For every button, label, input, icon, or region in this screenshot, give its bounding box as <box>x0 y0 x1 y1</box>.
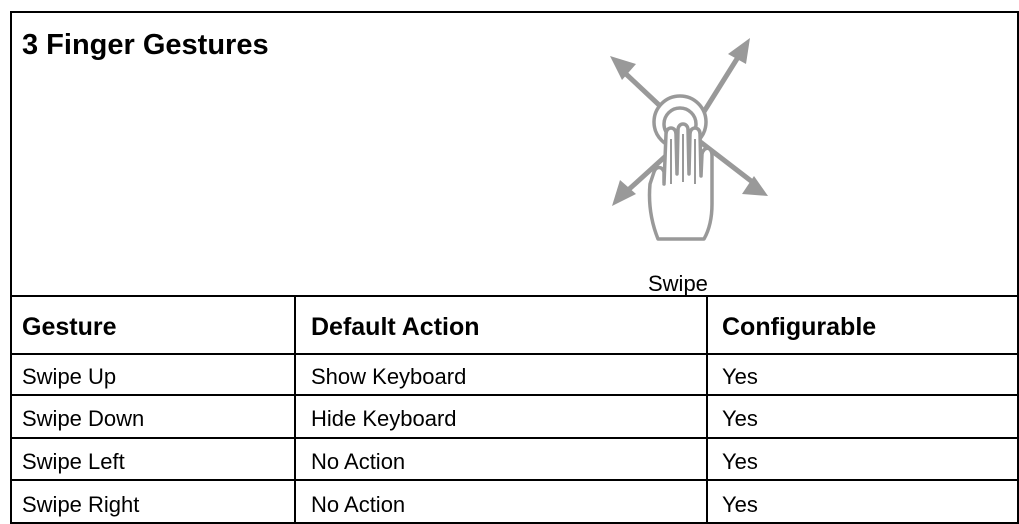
page-title: 3 Finger Gestures <box>22 29 269 61</box>
table-cell: No Action <box>311 492 406 517</box>
card-border <box>10 11 1019 524</box>
column-header-default-action: Default Action <box>311 313 480 341</box>
gesture-caption: Swipe <box>648 271 708 296</box>
table-cell: Swipe Up <box>22 364 117 389</box>
table-cell: Swipe Right <box>22 492 140 517</box>
table-cell: Yes <box>722 364 758 389</box>
table-divider <box>10 437 1019 439</box>
table-divider <box>10 479 1019 481</box>
table-divider <box>10 295 1019 297</box>
table-cell: Show Keyboard <box>311 364 467 389</box>
table-cell: Yes <box>722 449 758 474</box>
table-cell: Hide Keyboard <box>311 406 457 431</box>
table-cell: Swipe Down <box>22 406 145 431</box>
table-cell: Yes <box>722 406 758 431</box>
column-divider <box>294 295 296 524</box>
column-header-configurable: Configurable <box>722 313 877 341</box>
column-divider <box>706 295 708 524</box>
table-divider <box>10 394 1019 396</box>
table-cell: Swipe Left <box>22 449 125 474</box>
three-finger-swipe-icon <box>610 38 768 241</box>
table-divider <box>10 353 1019 355</box>
gestures-card: 3 Finger Gestures Swipe Gesture Default … <box>0 0 1019 524</box>
table-cell: Yes <box>722 492 758 517</box>
table-cell: No Action <box>311 449 406 474</box>
column-header-gesture: Gesture <box>22 313 117 341</box>
